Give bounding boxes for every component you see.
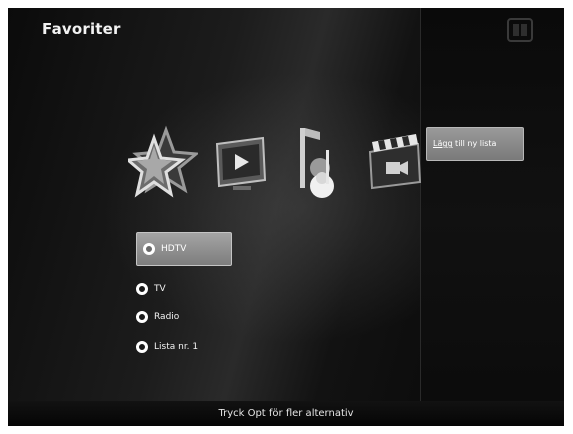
list-item-hdtv[interactable]: HDTV: [136, 232, 232, 266]
list-item-label: Radio: [154, 312, 180, 322]
radio-icon: [136, 341, 148, 353]
radio-icon: [143, 243, 155, 255]
tv-screen: Favoriter Lägg till ny lista HDTV TV Rad…: [8, 8, 564, 426]
add-button-label-underlined: Lägg: [433, 139, 453, 148]
side-panel: [420, 8, 564, 426]
video-screen-icon[interactable]: [213, 134, 269, 192]
add-button-label-rest: till ny lista: [452, 139, 497, 148]
list-item-label: Lista nr. 1: [154, 342, 199, 352]
list-item-label: TV: [154, 284, 166, 294]
add-new-list-button[interactable]: Lägg till ny lista: [426, 127, 524, 161]
footer-hint: Tryck Opt för fler alternativ: [218, 408, 354, 419]
footer-bar: Tryck Opt för fler alternativ: [8, 401, 564, 426]
radio-icon: [136, 283, 148, 295]
music-icon[interactable]: [290, 122, 346, 202]
star-icon[interactable]: [124, 124, 200, 204]
page-title: Favoriter: [42, 20, 121, 38]
list-item-radio[interactable]: Radio: [136, 306, 179, 328]
list-item-lista-1[interactable]: Lista nr. 1: [136, 336, 198, 358]
hd-logo-icon: [507, 18, 533, 42]
list-item-tv[interactable]: TV: [136, 278, 166, 300]
list-item-label: HDTV: [161, 244, 187, 254]
clapperboard-icon[interactable]: [364, 130, 426, 192]
radio-icon: [136, 311, 148, 323]
